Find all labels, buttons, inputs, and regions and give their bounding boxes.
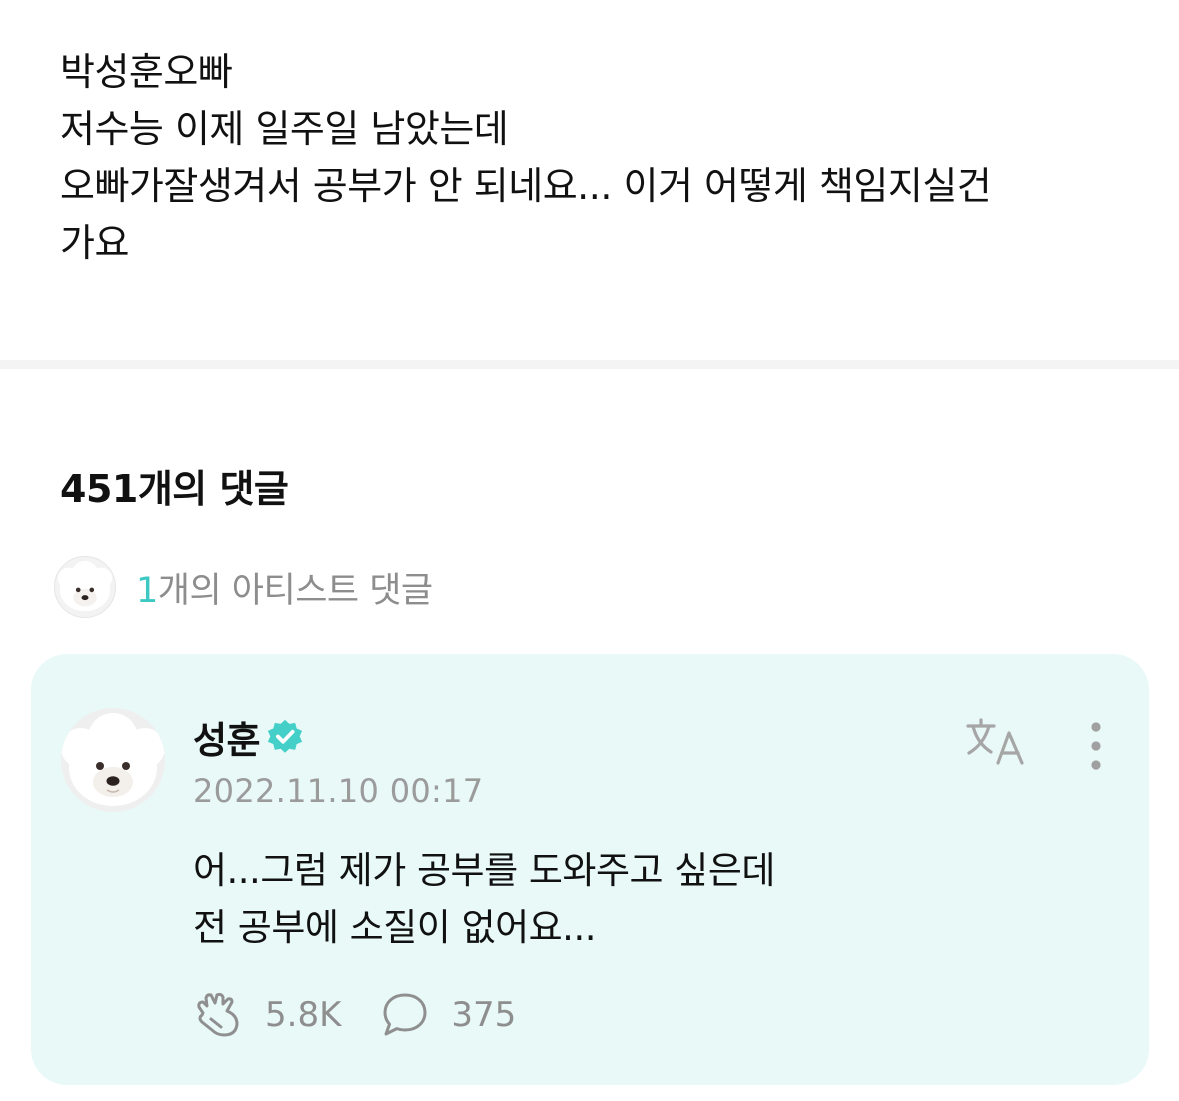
comment-body: 어...그럼 제가 공부를 도와주고 싶은데 전 공부에 소질이 없어요...	[193, 842, 775, 956]
comment-line: 전 공부에 소질이 없어요...	[193, 906, 596, 949]
post-line: 오빠가잘생겨서 공부가 안 되네요... 이거 어떻게 책임지실건	[60, 164, 992, 208]
comment-actions: 5.8K 375	[193, 988, 516, 1042]
artist-comments-count: 1	[136, 570, 158, 611]
post-line: 박성훈오빠	[60, 50, 233, 94]
artist-comments-text: 개의 아티스트 댓글	[157, 570, 433, 611]
cheer-hand-icon	[197, 992, 239, 1037]
like-count: 5.8K	[265, 995, 342, 1035]
like-button[interactable]: 5.8K	[193, 989, 341, 1041]
comment-line: 어...그럼 제가 공부를 도와주고 싶은데	[193, 849, 775, 892]
post-line: 저수능 이제 일주일 남았는데	[60, 107, 509, 151]
post-body: 박성훈오빠 저수능 이제 일주일 남았는데 오빠가잘생겨서 공부가 안 되네요.…	[60, 44, 1140, 272]
reply-count: 375	[451, 995, 517, 1035]
artist-comments-filter[interactable]: 1개의 아티스트 댓글	[54, 556, 433, 618]
artist-avatar	[54, 556, 116, 618]
artist-comments-label: 1개의 아티스트 댓글	[136, 562, 433, 613]
section-divider	[0, 360, 1179, 369]
artist-comment-card: 성훈 2022.11.10 00:17 어...그럼 제가 공부를 도와주고 싶…	[31, 654, 1149, 1085]
reply-button[interactable]: 375	[379, 989, 516, 1041]
author-row: 성훈	[193, 710, 304, 764]
comment-count-heading: 451개의 댓글	[60, 467, 289, 511]
post-line: 가요	[60, 221, 129, 265]
author-name[interactable]: 성훈	[193, 710, 261, 764]
comment-timestamp: 2022.11.10 00:17	[193, 772, 484, 810]
author-avatar[interactable]	[61, 708, 165, 812]
more-vertical-icon[interactable]	[1081, 720, 1111, 772]
speech-bubble-icon	[383, 993, 427, 1036]
translate-icon[interactable]	[965, 717, 1027, 767]
verified-badge-icon	[267, 719, 303, 753]
